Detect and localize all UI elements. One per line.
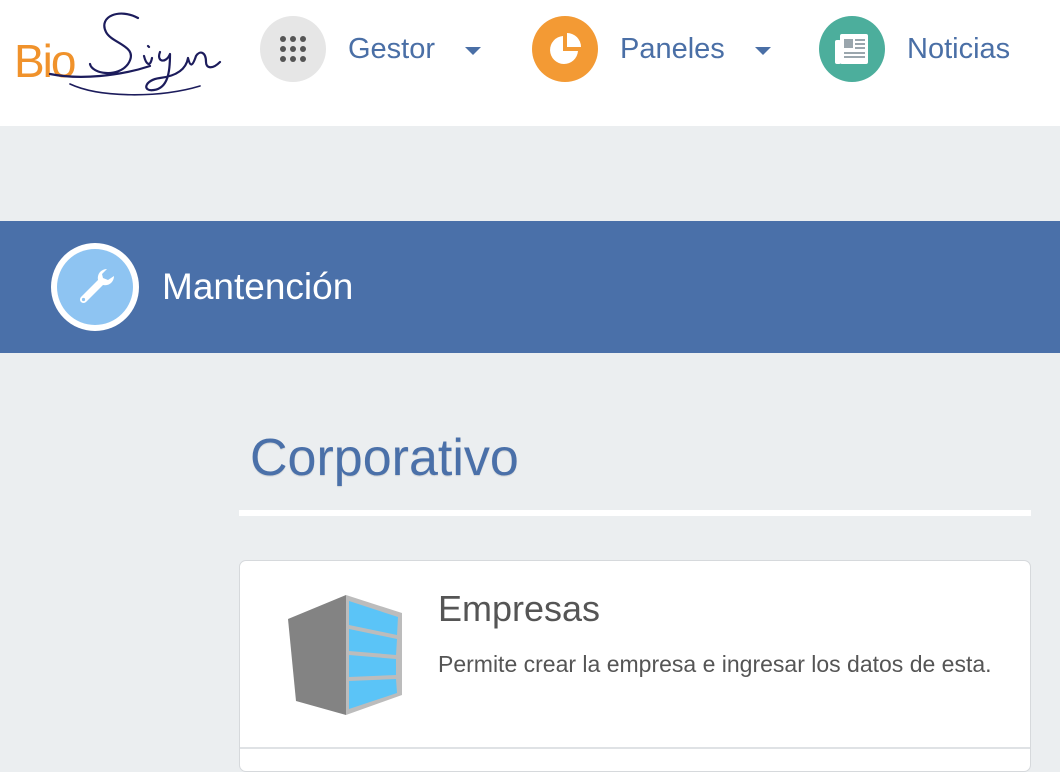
nav-gestor[interactable]: Gestor xyxy=(260,15,482,83)
svg-text:Bio: Bio xyxy=(14,35,75,87)
module-card-empresas[interactable]: Empresas Permite crear la empresa e ingr… xyxy=(239,560,1031,772)
card-title: Empresas xyxy=(438,588,601,629)
nav-noticias[interactable]: Noticias xyxy=(819,15,1010,83)
page-title: Mantención xyxy=(162,266,354,307)
nav-paneles[interactable]: Paneles xyxy=(532,15,771,83)
building-icon xyxy=(284,591,406,719)
nav-noticias-label: Noticias xyxy=(907,32,1011,65)
section-title: Corporativo xyxy=(250,429,519,487)
nav-paneles-label: Paneles xyxy=(620,32,725,65)
card-divider xyxy=(240,747,1030,749)
top-navbar: Bio Gestor Paneles Noticias xyxy=(0,0,1060,126)
wrench-icon xyxy=(51,243,139,331)
biosign-logo[interactable]: Bio xyxy=(10,6,225,102)
chevron-down-icon xyxy=(465,47,482,55)
pie-chart-icon xyxy=(532,16,598,82)
card-description: Permite crear la empresa e ingresar los … xyxy=(438,651,992,677)
nav-gestor-label: Gestor xyxy=(348,32,436,65)
chevron-down-icon xyxy=(754,47,771,55)
section-divider xyxy=(239,510,1031,516)
page-header-banner: Mantención xyxy=(0,221,1060,353)
newspaper-icon xyxy=(819,16,885,82)
apps-grid-icon xyxy=(260,16,326,82)
